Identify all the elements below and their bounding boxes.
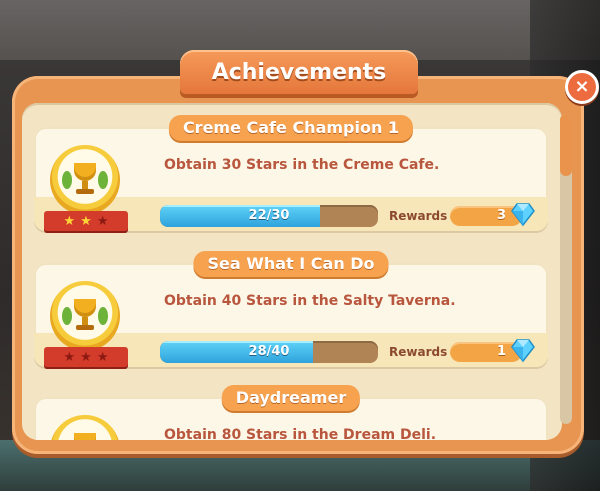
leaf-right-icon [98, 171, 108, 189]
achievement-title: Daydreamer [221, 385, 361, 411]
star-ribbon: ★ ★ ★ [44, 211, 128, 231]
star-icon: ★ [63, 213, 76, 229]
cup-base [76, 189, 94, 194]
star-icon: ★ [80, 349, 92, 365]
achievement-description: Obtain 80 Stars in the Dream Deli. [164, 427, 437, 440]
reward-count: 3 [496, 208, 506, 223]
star-icon: ★ [80, 213, 92, 229]
scrollbar[interactable] [560, 114, 572, 424]
gem-icon [511, 339, 535, 363]
achievement-card: Daydreamer Obtain 80 Stars in the Dream … [34, 385, 548, 440]
cup-stem [82, 181, 88, 189]
achievement-title: Creme Cafe Champion 1 [168, 115, 414, 141]
star-icon: ★ [96, 349, 109, 365]
cup-icon [74, 299, 96, 317]
cup-base [76, 325, 94, 330]
achievement-description: Obtain 40 Stars in the Salty Taverna. [164, 293, 456, 309]
leaf-left-icon [62, 307, 72, 325]
scrollbar-thumb[interactable] [560, 114, 572, 176]
progress-text: 28/40 [248, 344, 290, 359]
leaf-right-icon [98, 307, 108, 325]
achievement-card: Creme Cafe Champion 1 ★ ★ ★ Obtain 30 St… [34, 115, 548, 231]
cup-stem [82, 317, 88, 325]
reward-count: 1 [496, 344, 506, 359]
gem-icon [511, 203, 535, 227]
cup-icon [74, 163, 96, 181]
achievement-card: Sea What I Can Do ★ ★ ★ Obtain 40 Stars … [34, 251, 548, 367]
star-icon: ★ [96, 213, 109, 229]
star-ribbon: ★ ★ ★ [44, 347, 128, 367]
progress-bar: 28/40 [160, 341, 378, 363]
leaf-left-icon [62, 171, 72, 189]
achievement-title: Sea What I Can Do [193, 251, 389, 277]
rewards-label: Rewards [389, 209, 448, 223]
progress-bar: 22/30 [160, 205, 378, 227]
trophy-icon [50, 145, 120, 215]
rewards-label: Rewards [389, 345, 448, 359]
star-icon: ★ [63, 349, 76, 365]
trophy-icon [50, 415, 120, 440]
trophy-icon [50, 281, 120, 351]
close-button[interactable]: × [565, 70, 599, 104]
page-title: Achievements [180, 50, 418, 94]
progress-text: 22/30 [248, 208, 290, 223]
cup-icon [74, 433, 96, 440]
achievements-list[interactable]: Creme Cafe Champion 1 ★ ★ ★ Obtain 30 St… [22, 103, 562, 440]
achievement-description: Obtain 30 Stars in the Creme Cafe. [164, 157, 440, 173]
